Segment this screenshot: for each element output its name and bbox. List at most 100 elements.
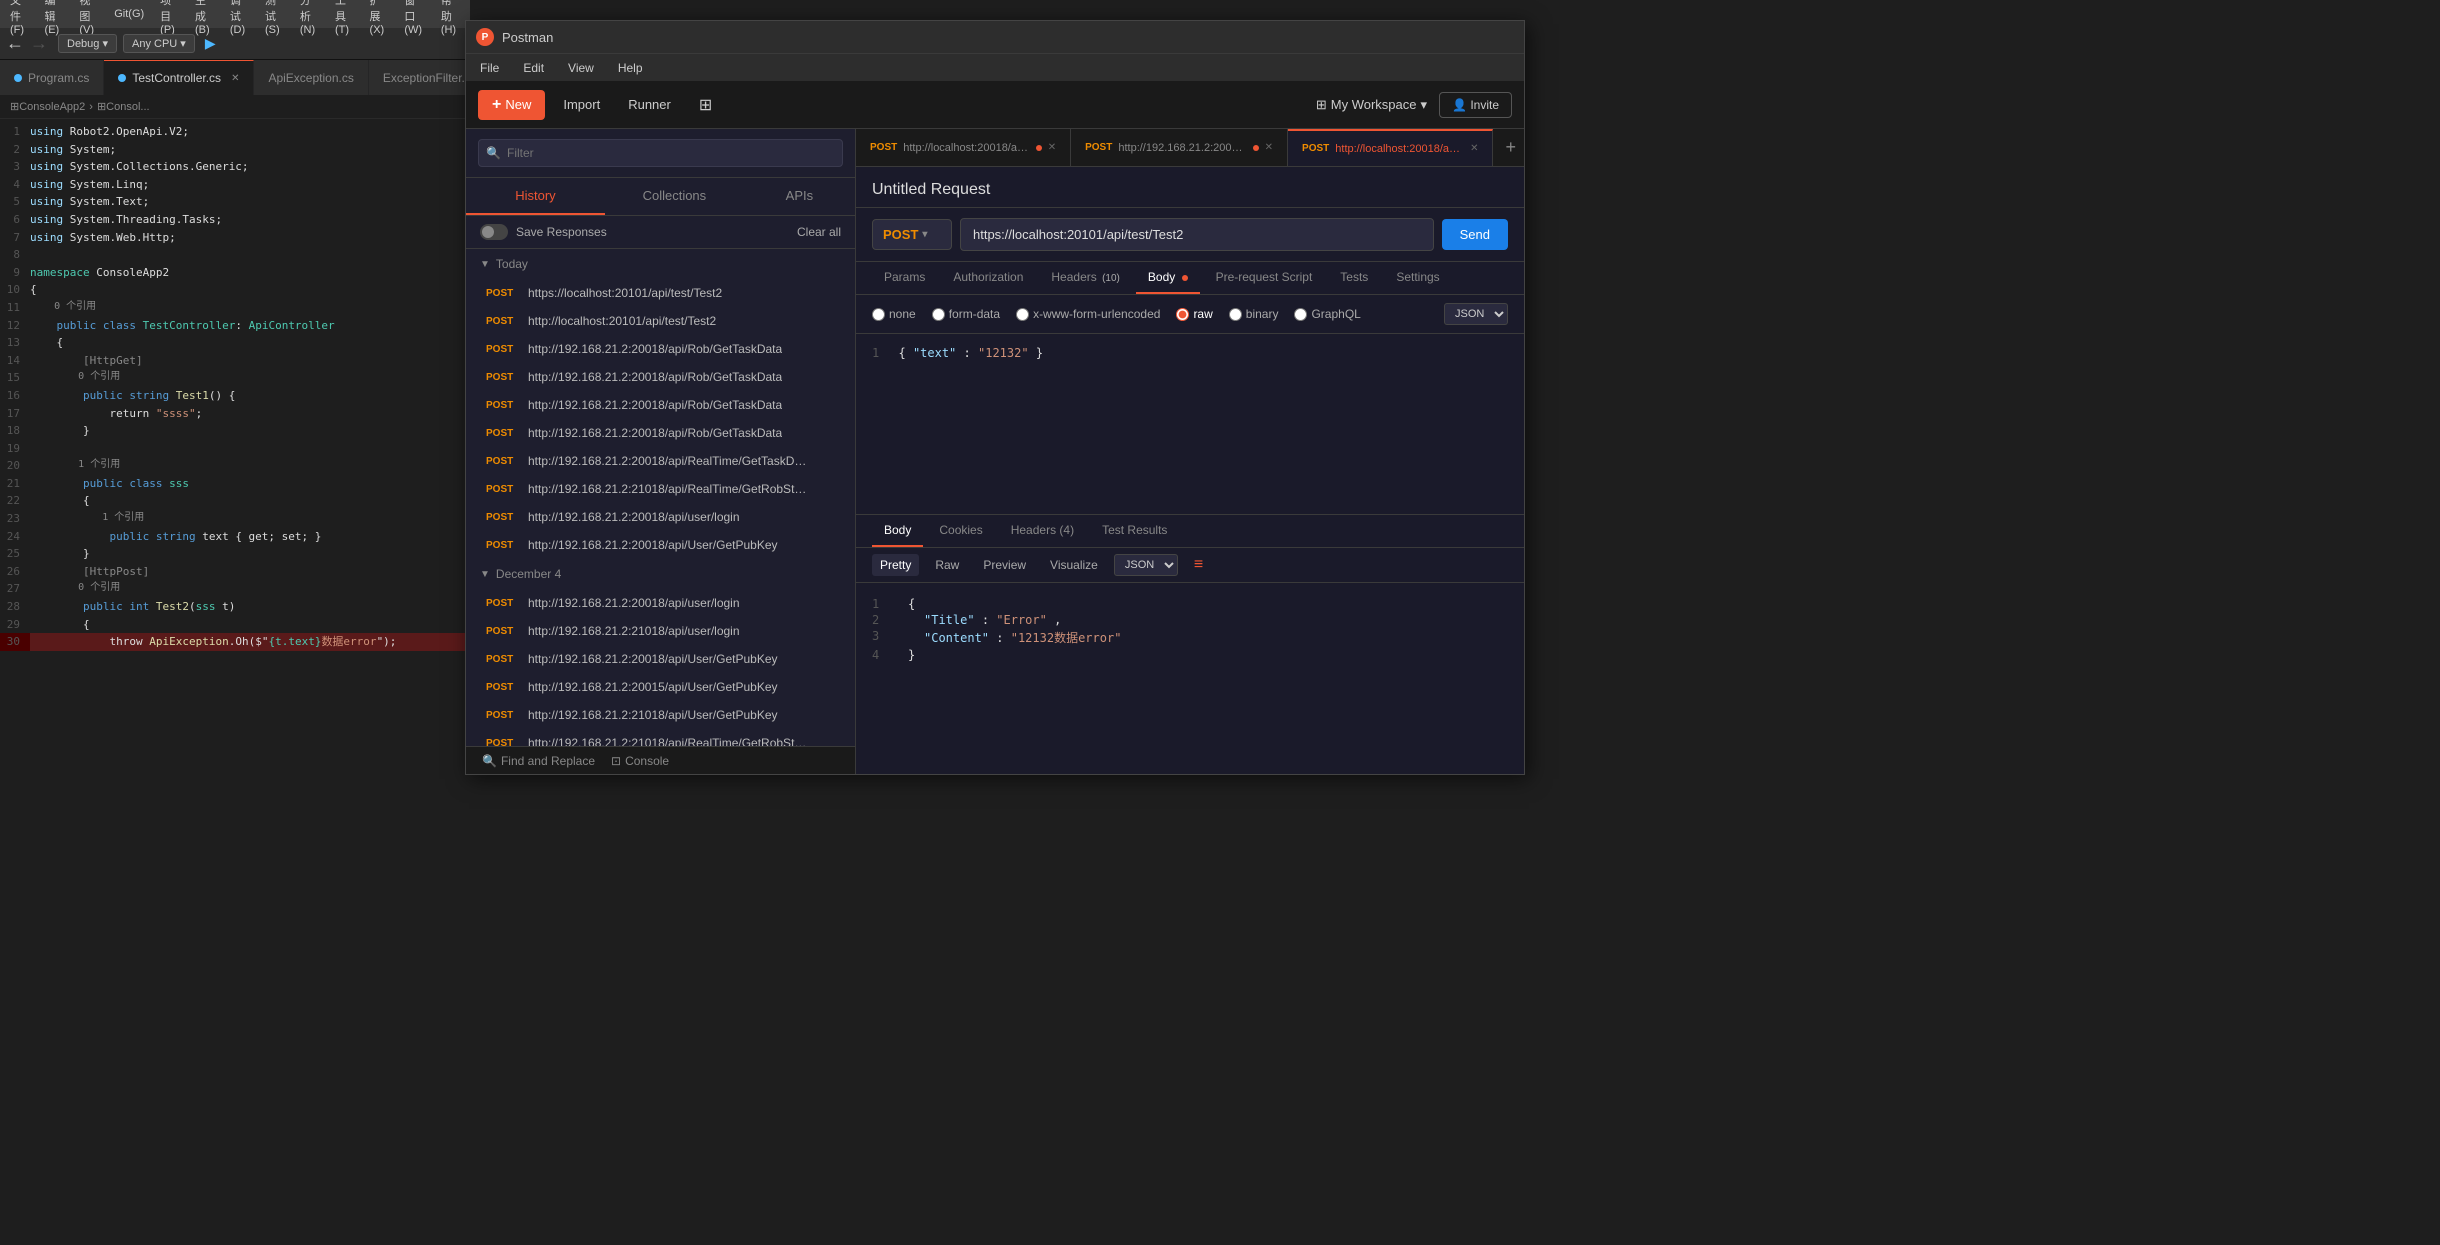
vscode-menu-analyze[interactable]: 分析(N)	[300, 0, 319, 36]
list-item[interactable]: POST http://192.168.21.2:20018/api/user/…	[466, 589, 855, 617]
request-tab-2[interactable]: POST http://localhost:20018/api/Ins... ✕	[1288, 129, 1493, 166]
menu-edit[interactable]: Edit	[519, 59, 548, 77]
list-item[interactable]: POST http://192.168.21.2:20018/api/Rob/G…	[466, 363, 855, 391]
sub-tab-authorization[interactable]: Authorization	[941, 262, 1035, 294]
list-item[interactable]: POST http://localhost:20101/api/test/Tes…	[466, 307, 855, 335]
import-button[interactable]: Import	[553, 91, 610, 118]
menu-view[interactable]: View	[564, 59, 598, 77]
search-input[interactable]	[478, 139, 843, 167]
find-replace-button[interactable]: 🔍 Find and Replace	[482, 754, 595, 768]
list-item[interactable]: POST http://192.168.21.2:20018/api/user/…	[466, 503, 855, 531]
resp-tab-cookies[interactable]: Cookies	[927, 515, 994, 547]
request-tab-1[interactable]: POST http://192.168.21.2:20018/api/... ✕	[1071, 129, 1288, 166]
radio-form-data-input[interactable]	[932, 308, 945, 321]
sub-tab-prerequest[interactable]: Pre-request Script	[1204, 262, 1325, 294]
radio-none-input[interactable]	[872, 308, 885, 321]
cpu-select[interactable]: Any CPU ▾	[123, 34, 195, 53]
vscode-menu-help[interactable]: 帮助(H)	[441, 0, 460, 36]
runner-button[interactable]: Runner	[618, 91, 681, 118]
send-button[interactable]: Send	[1442, 219, 1508, 250]
format-raw-btn[interactable]: Raw	[927, 554, 967, 576]
run-btn[interactable]: ▶	[205, 35, 216, 52]
vscode-menu-tools[interactable]: 工具(T)	[335, 0, 354, 36]
radio-urlencoded[interactable]: x-www-form-urlencoded	[1016, 307, 1160, 321]
list-item[interactable]: POST http://192.168.21.2:21018/api/user/…	[466, 617, 855, 645]
vscode-back-btn[interactable]: ←	[6, 33, 24, 54]
resp-tab-test-results[interactable]: Test Results	[1090, 515, 1179, 547]
history-section-today[interactable]: ▼ Today	[466, 249, 855, 279]
list-item[interactable]: POST http://192.168.21.2:21018/api/RealT…	[466, 475, 855, 503]
vscode-menu-window[interactable]: 窗口(W)	[404, 0, 424, 36]
close-icon[interactable]: ✕	[1048, 142, 1056, 153]
debug-select[interactable]: Debug ▾	[58, 34, 117, 53]
vscode-menu-generate[interactable]: 生成(B)	[195, 0, 214, 36]
sidebar-tab-apis[interactable]: APIs	[744, 178, 855, 215]
radio-binary[interactable]: binary	[1229, 307, 1279, 321]
list-item[interactable]: POST http://192.168.21.2:20018/api/Rob/G…	[466, 419, 855, 447]
list-item[interactable]: POST http://192.168.21.2:21018/api/User/…	[466, 701, 855, 729]
vscode-menu-edit[interactable]: 编辑(E)	[45, 0, 64, 36]
close-icon[interactable]: ✕	[1265, 142, 1273, 153]
history-url: http://192.168.21.2:20018/api/user/login	[528, 510, 740, 524]
vscode-tab-program[interactable]: Program.cs	[0, 60, 104, 95]
close-icon[interactable]: ✕	[1470, 143, 1478, 154]
sub-tab-headers[interactable]: Headers (10)	[1039, 262, 1132, 294]
radio-urlencoded-input[interactable]	[1016, 308, 1029, 321]
history-url: http://192.168.21.2:20018/api/user/login	[528, 596, 740, 610]
list-item[interactable]: POST http://192.168.21.2:20018/api/Rob/G…	[466, 391, 855, 419]
vscode-tab-apiexception[interactable]: ApiException.cs	[254, 60, 368, 95]
sub-tab-settings[interactable]: Settings	[1384, 262, 1451, 294]
list-item[interactable]: POST http://192.168.21.2:20015/api/User/…	[466, 673, 855, 701]
format-visualize-btn[interactable]: Visualize	[1042, 554, 1106, 576]
console-button[interactable]: ⊡ Console	[611, 754, 669, 768]
radio-graphql[interactable]: GraphQL	[1294, 307, 1360, 321]
sidebar-tab-collections[interactable]: Collections	[605, 178, 744, 215]
clear-all-button[interactable]: Clear all	[797, 225, 841, 239]
url-input[interactable]	[960, 218, 1434, 251]
list-item[interactable]: POST http://192.168.21.2:20018/api/Rob/G…	[466, 335, 855, 363]
sub-tab-params[interactable]: Params	[872, 262, 937, 294]
copy-response-btn[interactable]: ≡	[1194, 556, 1203, 574]
list-item[interactable]: POST http://192.168.21.2:21018/api/RealT…	[466, 729, 855, 746]
sidebar-tab-history[interactable]: History	[466, 178, 605, 215]
new-button[interactable]: + New	[478, 90, 545, 120]
list-item[interactable]: POST http://192.168.21.2:20018/api/User/…	[466, 645, 855, 673]
method-select[interactable]: POST ▾	[872, 219, 952, 250]
vscode-menu-file[interactable]: 文件(F)	[10, 0, 29, 36]
save-responses-toggle[interactable]	[480, 224, 508, 240]
sub-tab-body[interactable]: Body	[1136, 262, 1200, 294]
close-icon[interactable]: ✕	[231, 73, 239, 84]
response-format-select[interactable]: JSON	[1114, 554, 1178, 576]
vscode-menu-extend[interactable]: 扩展(X)	[370, 0, 389, 36]
layout-button[interactable]: ⊞	[689, 89, 722, 121]
vscode-menu-view[interactable]: 视图(V)	[79, 0, 98, 36]
format-pretty-btn[interactable]: Pretty	[872, 554, 919, 576]
radio-graphql-input[interactable]	[1294, 308, 1307, 321]
format-select[interactable]: JSON	[1444, 303, 1508, 325]
vscode-menu-git[interactable]: Git(G)	[114, 8, 144, 20]
format-preview-btn[interactable]: Preview	[975, 554, 1034, 576]
invite-button[interactable]: 👤 Invite	[1439, 92, 1512, 118]
resp-tab-body[interactable]: Body	[872, 515, 923, 547]
vscode-menu-test[interactable]: 测试(S)	[265, 0, 284, 36]
menu-help[interactable]: Help	[614, 59, 647, 77]
vscode-menu-project[interactable]: 项目(P)	[160, 0, 179, 36]
radio-raw-input[interactable]	[1176, 308, 1189, 321]
vscode-tab-testcontroller[interactable]: TestController.cs ✕	[104, 60, 254, 95]
radio-none[interactable]: none	[872, 307, 916, 321]
add-tab-icon[interactable]: +	[1497, 129, 1524, 166]
sub-tab-tests[interactable]: Tests	[1328, 262, 1380, 294]
workspace-button[interactable]: ⊞ My Workspace ▾	[1316, 97, 1427, 113]
request-tab-0[interactable]: POST http://localhost:20018/api/Us... ✕	[856, 129, 1071, 166]
radio-form-data[interactable]: form-data	[932, 307, 1000, 321]
menu-file[interactable]: File	[476, 59, 503, 77]
history-section-dec4[interactable]: ▼ December 4	[466, 559, 855, 589]
resp-tab-headers[interactable]: Headers (4)	[999, 515, 1086, 547]
list-item[interactable]: POST https://localhost:20101/api/test/Te…	[466, 279, 855, 307]
radio-binary-input[interactable]	[1229, 308, 1242, 321]
list-item[interactable]: POST http://192.168.21.2:20018/api/User/…	[466, 531, 855, 559]
vscode-menu-debug[interactable]: 调试(D)	[230, 0, 249, 36]
request-body-editor[interactable]: 1 { "text" : "12132" }	[856, 334, 1524, 514]
radio-raw[interactable]: raw	[1176, 307, 1212, 321]
list-item[interactable]: POST http://192.168.21.2:20018/api/RealT…	[466, 447, 855, 475]
